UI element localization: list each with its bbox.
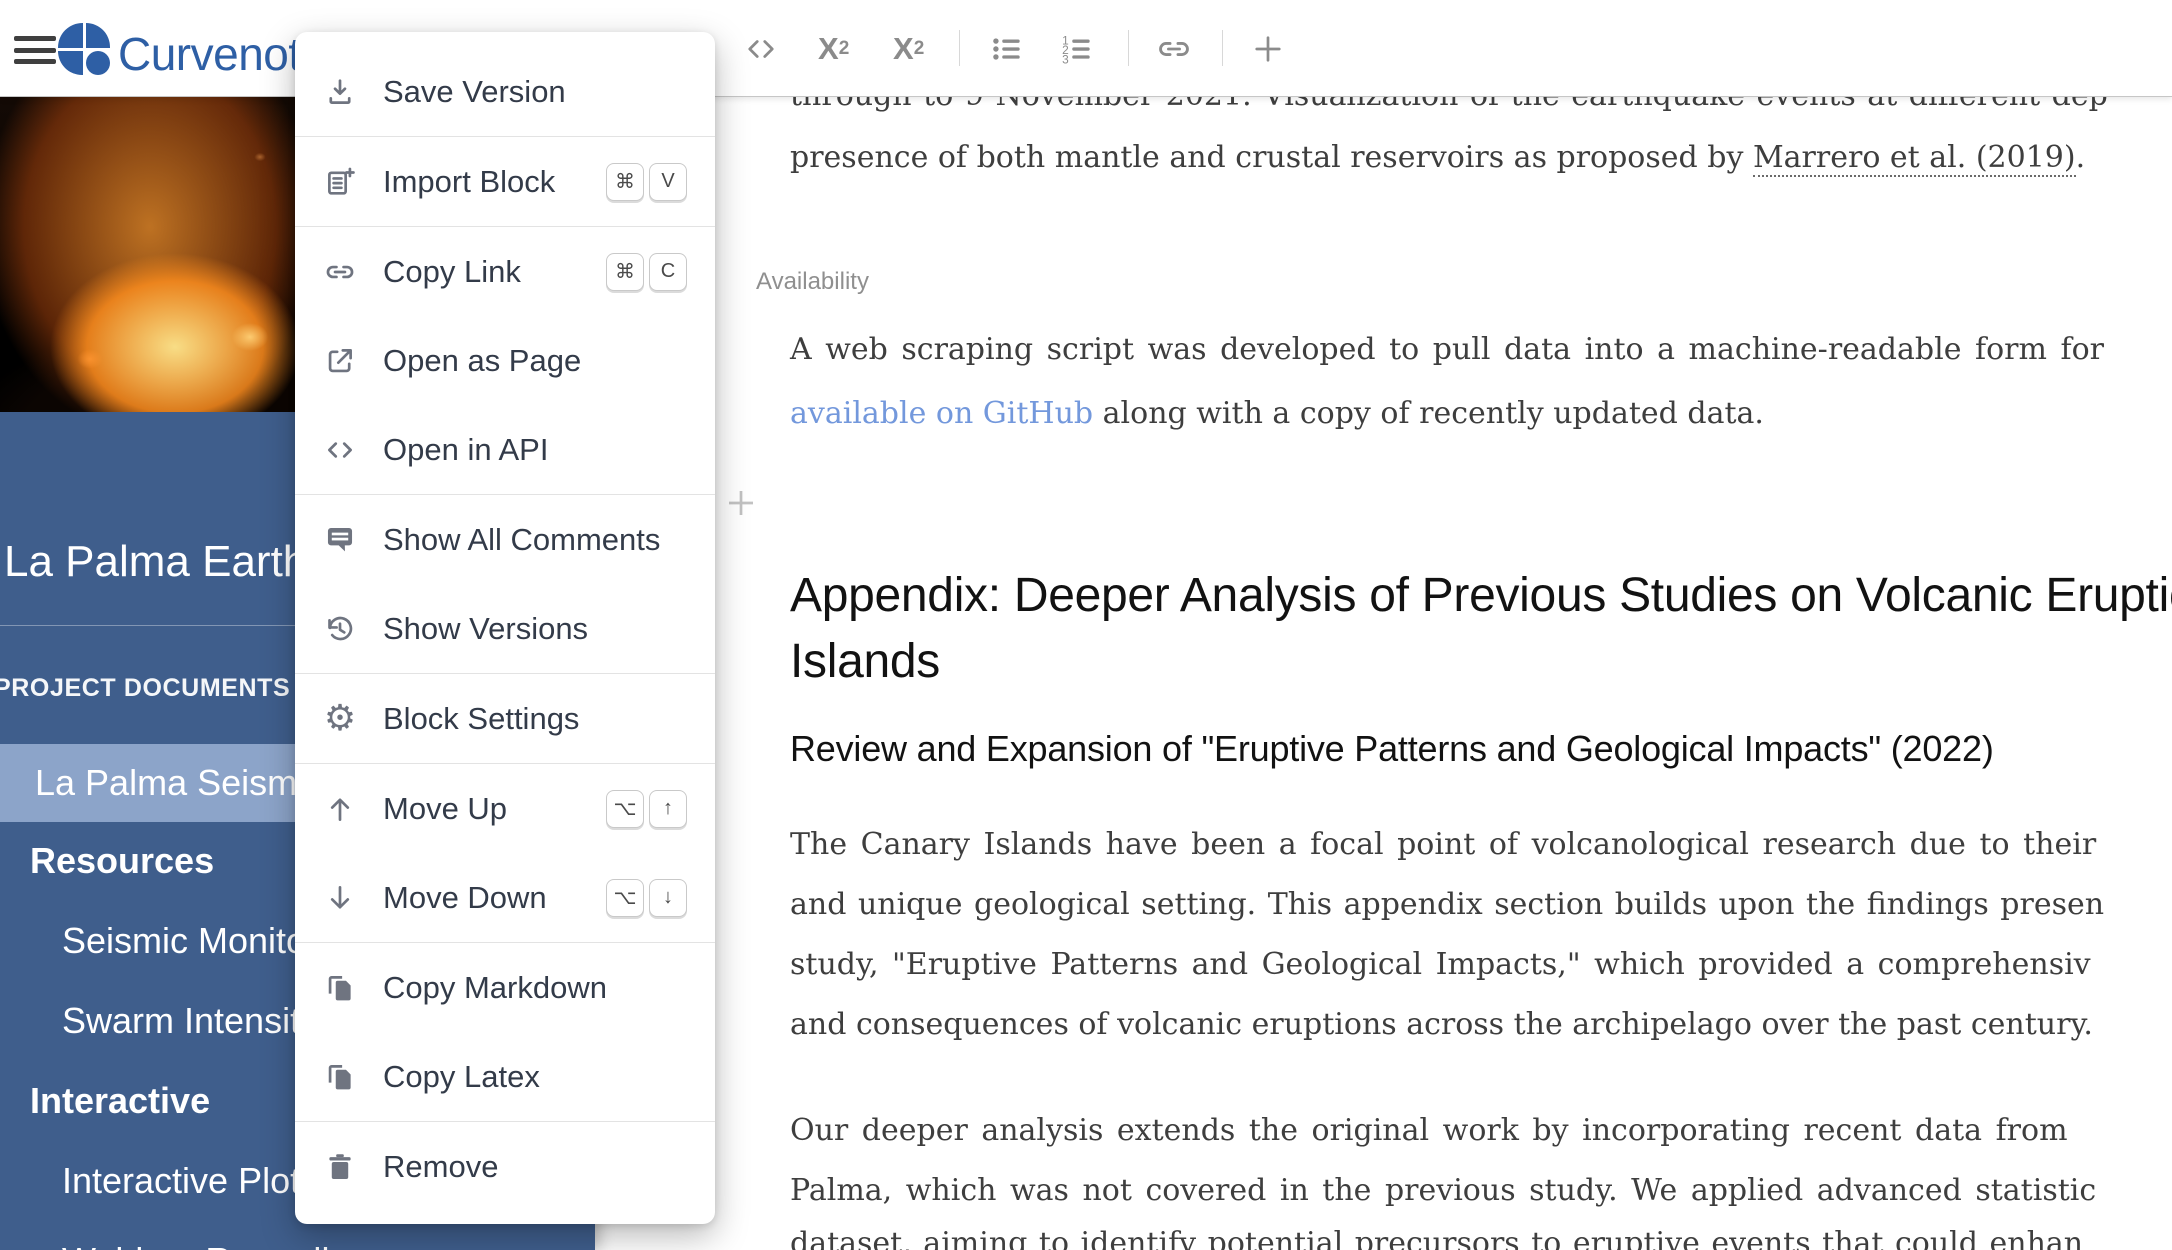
sidebar-item-seismic-monitoring[interactable]: Seismic Monitori	[62, 920, 326, 962]
key-arrow-up: ↑	[649, 790, 687, 828]
add-block-icon[interactable]	[1250, 30, 1286, 68]
sidebar-group-interactive[interactable]: Interactive	[30, 1080, 210, 1122]
file-plus-icon	[323, 165, 357, 199]
sidebar-item-label: La Palma Seismici	[35, 762, 331, 804]
gear-icon: ⚙	[323, 702, 357, 736]
key-c: C	[649, 253, 687, 291]
availability-label: Availability	[756, 268, 869, 296]
doc-line: A web scraping script was developed to p…	[790, 332, 2104, 367]
arrow-up-icon	[323, 792, 357, 826]
shortcut-keys: ⌘C	[606, 253, 687, 291]
superscript-icon[interactable]: X2	[893, 30, 924, 68]
svg-text:3: 3	[1062, 52, 1069, 66]
menu-item-label: Copy Link	[383, 254, 521, 290]
menu-item-move-up[interactable]: Move Up ⌥↑	[295, 764, 715, 853]
menu-item-save-version[interactable]: Save Version	[295, 47, 715, 136]
menu-item-label: Open in API	[383, 432, 548, 468]
project-title[interactable]: La Palma Earth	[4, 537, 307, 587]
sidebar-item-swarm-intensity[interactable]: Swarm Intensity	[62, 1000, 318, 1042]
hamburger-menu-icon[interactable]	[14, 36, 56, 64]
appendix-heading-line1: Appendix: Deeper Analysis of Previous St…	[790, 568, 2172, 623]
menu-item-block-settings[interactable]: ⚙ Block Settings	[295, 674, 715, 763]
menu-item-open-as-page[interactable]: Open as Page	[295, 316, 715, 405]
doc-line: dataset, aiming to identify potential pr…	[790, 1226, 2083, 1250]
doc-text: presence of both mantle and crustal rese…	[790, 140, 1753, 175]
doc-line: and unique geological setting. This appe…	[790, 887, 2104, 922]
shortcut-keys: ⌥↓	[606, 879, 687, 917]
doc-text: .	[2076, 140, 2086, 175]
menu-item-label: Move Down	[383, 880, 547, 916]
review-subheading: Review and Expansion of "Eruptive Patter…	[790, 728, 1994, 770]
menu-item-show-all-comments[interactable]: Show All Comments	[295, 495, 715, 584]
menu-item-label: Save Version	[383, 74, 566, 110]
bullet-list-icon[interactable]	[988, 30, 1026, 68]
key-cmd: ⌘	[606, 163, 644, 201]
citation-link[interactable]: Marrero et al. (2019)	[1753, 140, 2076, 177]
copy-icon	[323, 1060, 357, 1094]
doc-line: Our deeper analysis extends the original…	[790, 1113, 2068, 1148]
menu-item-open-in-api[interactable]: Open in API	[295, 405, 715, 494]
menu-item-label: Open as Page	[383, 343, 581, 379]
menu-item-label: Show All Comments	[383, 522, 660, 558]
key-option: ⌥	[606, 879, 644, 917]
menu-item-show-versions[interactable]: Show Versions	[295, 584, 715, 673]
menu-item-label: Copy Markdown	[383, 970, 607, 1006]
copy-icon	[323, 971, 357, 1005]
curvenote-logo-icon[interactable]	[58, 23, 110, 75]
doc-line: Palma, which was not covered in the prev…	[790, 1173, 2096, 1208]
shortcut-keys: ⌘V	[606, 163, 687, 201]
section-label: PROJECT DOCUMENTS	[0, 674, 290, 703]
menu-item-import-block[interactable]: Import Block ⌘V	[295, 137, 715, 226]
insert-block-plus-icon[interactable]	[723, 485, 759, 521]
menu-item-label: Import Block	[383, 164, 555, 200]
toolbar-divider	[959, 30, 960, 66]
menu-item-copy-link[interactable]: Copy Link ⌘C	[295, 227, 715, 316]
superscript-small: 2	[914, 38, 925, 60]
menu-item-label: Block Settings	[383, 701, 579, 737]
numbered-list-icon[interactable]: 123	[1058, 30, 1096, 68]
key-option: ⌥	[606, 790, 644, 828]
appendix-heading-line2: Islands	[790, 634, 940, 689]
subscript-icon[interactable]: X2	[818, 30, 849, 68]
menu-item-label: Move Up	[383, 791, 507, 827]
arrow-down-icon	[323, 881, 357, 915]
shortcut-keys: ⌥↑	[606, 790, 687, 828]
code-icon	[323, 433, 357, 467]
menu-item-remove[interactable]: Remove	[295, 1122, 715, 1211]
subscript-small: 2	[839, 38, 850, 60]
doc-line: available on GitHub along with a copy of…	[790, 396, 1764, 431]
comment-icon	[323, 523, 357, 557]
trash-icon	[323, 1150, 357, 1184]
key-arrow-down: ↓	[649, 879, 687, 917]
download-icon	[323, 75, 357, 109]
menu-item-label: Remove	[383, 1149, 498, 1185]
superscript-base: X	[893, 31, 914, 67]
link-icon[interactable]	[1155, 30, 1193, 68]
menu-item-copy-latex[interactable]: Copy Latex	[295, 1032, 715, 1121]
key-v: V	[649, 163, 687, 201]
sidebar-item-interactive-plots[interactable]: Interactive Plots	[62, 1160, 318, 1202]
link-icon	[323, 255, 357, 289]
sidebar-item-webinar-recordings[interactable]: Webinar Recordi	[62, 1240, 329, 1250]
subscript-base: X	[818, 31, 839, 67]
external-link-icon	[323, 344, 357, 378]
doc-text: along with a copy of recently updated da…	[1093, 396, 1764, 431]
doc-line: study, "Eruptive Patterns and Geological…	[790, 947, 2091, 982]
history-icon	[323, 612, 357, 646]
code-icon[interactable]	[743, 30, 779, 68]
toolbar-divider	[1222, 30, 1223, 66]
doc-line: The Canary Islands have been a focal poi…	[790, 827, 2096, 862]
doc-line: and consequences of volcanic eruptions a…	[790, 1007, 2093, 1042]
menu-item-label: Show Versions	[383, 611, 588, 647]
menu-item-copy-markdown[interactable]: Copy Markdown	[295, 943, 715, 1032]
toolbar-divider	[1128, 30, 1129, 66]
key-cmd: ⌘	[606, 253, 644, 291]
doc-line: presence of both mantle and crustal rese…	[790, 140, 2085, 175]
menu-item-move-down[interactable]: Move Down ⌥↓	[295, 853, 715, 942]
github-link[interactable]: available on GitHub	[790, 396, 1093, 431]
sidebar-group-resources[interactable]: Resources	[30, 840, 214, 882]
menu-item-label: Copy Latex	[383, 1059, 540, 1095]
block-context-menu: Save Version Import Block ⌘V Copy Link ⌘…	[295, 32, 715, 1224]
